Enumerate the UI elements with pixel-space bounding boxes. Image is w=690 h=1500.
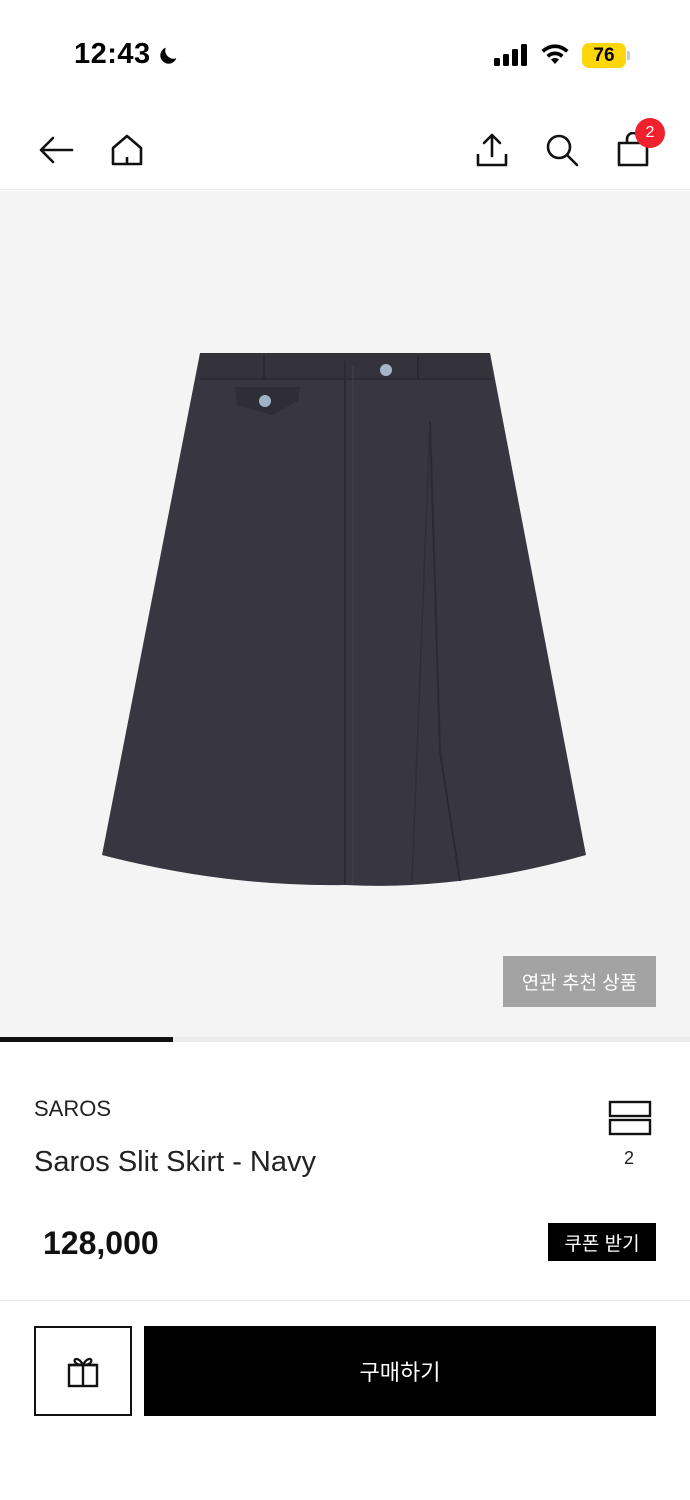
product-price: 128,000: [43, 1225, 159, 1261]
signal-icon: [494, 44, 527, 66]
share-button[interactable]: [470, 128, 514, 172]
image-progress-bar: [0, 1037, 690, 1042]
brand-name[interactable]: SAROS: [34, 1096, 111, 1122]
top-navigation: [0, 110, 690, 190]
search-button[interactable]: [540, 128, 584, 172]
moon-icon: [160, 47, 177, 64]
cart-count-badge: 2: [635, 118, 665, 148]
get-coupon-button[interactable]: 쿠폰 받기: [548, 1223, 656, 1261]
option-view-toggle[interactable]: 2: [604, 1100, 654, 1172]
rows-icon: [608, 1100, 652, 1136]
gift-icon: [67, 1357, 99, 1388]
battery-icon: 76: [582, 43, 630, 68]
back-button[interactable]: [34, 128, 78, 172]
back-arrow-icon: [39, 136, 74, 164]
skirt-illustration: [102, 353, 586, 886]
home-button[interactable]: [105, 128, 149, 172]
product-title: Saros Slit Skirt - Navy: [34, 1146, 316, 1178]
wifi-icon: [541, 44, 569, 64]
share-icon: [476, 133, 508, 167]
buy-button[interactable]: 구매하기: [144, 1326, 656, 1416]
option-count: 2: [623, 1148, 634, 1168]
image-progress-fill: [0, 1037, 173, 1042]
product-image[interactable]: [0, 191, 690, 1037]
status-bar: 12:43 76: [0, 0, 690, 110]
gift-button[interactable]: [34, 1326, 132, 1416]
related-products-button[interactable]: 연관 추천 상품: [503, 956, 656, 1007]
search-icon: [546, 134, 579, 167]
home-icon: [111, 134, 143, 166]
bottom-divider: [0, 1300, 690, 1301]
battery-level: 76: [582, 43, 626, 68]
status-time: 12:43: [74, 38, 151, 70]
